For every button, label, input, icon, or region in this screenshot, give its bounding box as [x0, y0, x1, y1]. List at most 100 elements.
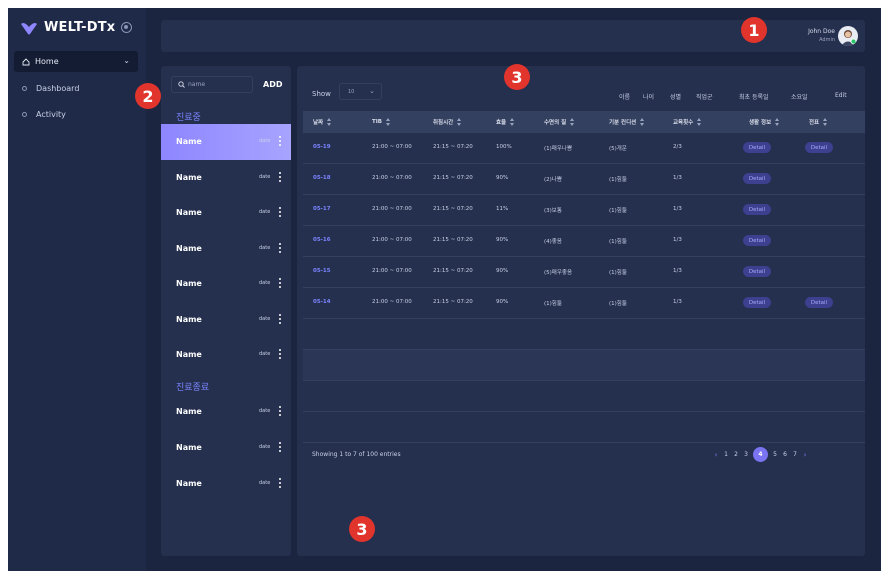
sidebar-item-activity[interactable]: Activity	[22, 110, 66, 119]
sidebar-item-label: Home	[35, 57, 59, 66]
table-row[interactable]: 05-14 21:00 ~ 07:00 21:15 ~ 07:20 90% (1…	[303, 288, 865, 319]
more-vertical-icon[interactable]	[279, 314, 281, 324]
list-item[interactable]: Name date	[161, 231, 291, 267]
column-header[interactable]: 전표	[809, 118, 827, 126]
sidebar-toggle-icon[interactable]	[121, 22, 132, 33]
sidebar-item-home[interactable]: Home ⌄	[14, 51, 138, 72]
list-item-name: Name	[176, 279, 202, 288]
cell-mood: (5)개운	[609, 146, 627, 152]
detail-button[interactable]: Detail	[805, 297, 833, 308]
avatar[interactable]	[838, 26, 858, 46]
prev-page-button[interactable]: ‹	[713, 451, 719, 459]
column-header[interactable]: 효율	[496, 118, 514, 126]
list-item-date: date	[259, 209, 271, 215]
column-header[interactable]: 생활 정보	[749, 118, 779, 126]
table-row[interactable]: 05-15 21:00 ~ 07:00 21:15 ~ 07:20 90% (5…	[303, 257, 865, 288]
list-item[interactable]: Name date	[161, 430, 291, 466]
list-item[interactable]: Name date	[161, 195, 291, 231]
page-button[interactable]: 5	[772, 451, 778, 458]
sidebar-item-dashboard[interactable]: Dashboard	[22, 84, 79, 93]
column-header[interactable]: 교육횟수	[673, 118, 701, 126]
cell-efficiency: 100%	[496, 144, 512, 150]
more-vertical-icon[interactable]	[279, 442, 281, 452]
user-name: John Doe	[808, 28, 835, 35]
bullet-icon	[22, 112, 27, 117]
more-vertical-icon[interactable]	[279, 278, 281, 288]
list-item-date: date	[259, 280, 271, 286]
callout-marker-3: 3	[504, 64, 530, 90]
page-button[interactable]: 7	[792, 451, 798, 458]
page-button[interactable]: 3	[743, 451, 749, 458]
cell-sleep-quality: (1)매우나쁨	[544, 146, 573, 152]
search-input[interactable]: name	[171, 76, 253, 93]
column-header[interactable]: 수면의 질	[544, 118, 574, 126]
list-item[interactable]: Name date	[161, 466, 291, 502]
add-button[interactable]: ADD	[263, 80, 282, 89]
brand[interactable]: WELT-DTx	[20, 20, 115, 35]
column-header[interactable]: 기분 컨디션	[609, 118, 644, 126]
sort-icon	[696, 118, 701, 126]
cell-date: 05-18	[313, 175, 331, 181]
detail-button[interactable]: Detail	[743, 297, 771, 308]
more-vertical-icon[interactable]	[279, 172, 281, 182]
cell-sleep-time: 21:15 ~ 07:20	[433, 144, 473, 150]
more-vertical-icon[interactable]	[279, 406, 281, 416]
sort-icon	[326, 118, 331, 126]
column-toggle-first-registered[interactable]: 최초 등록일	[739, 92, 769, 101]
list-item-name: Name	[176, 208, 202, 217]
list-item-date: date	[259, 480, 271, 486]
column-toggle-age[interactable]: 나이	[643, 92, 654, 101]
cell-efficiency: 90%	[496, 175, 509, 181]
table-row[interactable]: 05-19 21:00 ~ 07:00 21:15 ~ 07:20 100% (…	[303, 133, 865, 164]
column-toggle-job[interactable]: 직업군	[696, 92, 713, 101]
detail-button[interactable]: Detail	[743, 204, 771, 215]
sort-icon	[822, 118, 827, 126]
more-vertical-icon[interactable]	[279, 349, 281, 359]
sidebar-item-label: Activity	[36, 110, 66, 119]
sort-icon	[774, 118, 779, 126]
cell-tib: 21:00 ~ 07:00	[372, 299, 412, 305]
cell-efficiency: 90%	[496, 299, 509, 305]
column-toggle-name[interactable]: 이름	[619, 92, 630, 101]
cell-sleep-time: 21:15 ~ 07:20	[433, 299, 473, 305]
cell-efficiency: 90%	[496, 268, 509, 274]
page-size-select[interactable]: 10 ⌄	[339, 83, 382, 100]
table-row[interactable]: 05-18 21:00 ~ 07:00 21:15 ~ 07:20 90% (2…	[303, 164, 865, 195]
cell-education: 1/3	[673, 175, 682, 181]
list-item[interactable]: Name date	[161, 266, 291, 302]
list-item[interactable]: Name date	[161, 124, 291, 160]
list-item[interactable]: Name date	[161, 160, 291, 196]
cell-sleep-quality: (3)보통	[544, 208, 562, 214]
page-button[interactable]: 6	[782, 451, 788, 458]
edit-button[interactable]: Edit	[835, 92, 847, 99]
more-vertical-icon[interactable]	[279, 207, 281, 217]
list-item-name: Name	[176, 244, 202, 253]
more-vertical-icon[interactable]	[279, 243, 281, 253]
page-button[interactable]: 2	[733, 451, 739, 458]
detail-button[interactable]: Detail	[805, 142, 833, 153]
column-header[interactable]: 취침시간	[433, 118, 461, 126]
list-item[interactable]: Name date	[161, 337, 291, 373]
cell-sleep-quality: (2)나쁨	[544, 177, 562, 183]
cell-tib: 21:00 ~ 07:00	[372, 144, 412, 150]
more-vertical-icon[interactable]	[279, 478, 281, 488]
detail-button[interactable]: Detail	[743, 142, 771, 153]
page-button[interactable]: 1	[723, 451, 729, 458]
more-vertical-icon[interactable]	[279, 136, 281, 146]
column-toggle-gender[interactable]: 성별	[670, 92, 681, 101]
column-header[interactable]: 날짜	[313, 118, 331, 126]
list-item[interactable]: Name date	[161, 394, 291, 430]
page-button-active[interactable]: 4	[753, 447, 768, 462]
sort-icon	[639, 118, 644, 126]
column-header[interactable]: TIB	[372, 118, 390, 126]
detail-button[interactable]: Detail	[743, 266, 771, 277]
detail-button[interactable]: Detail	[743, 235, 771, 246]
list-item[interactable]: Name date	[161, 302, 291, 338]
table-row[interactable]: 05-16 21:00 ~ 07:00 21:15 ~ 07:20 90% (4…	[303, 226, 865, 257]
sort-icon	[456, 118, 461, 126]
column-toggle-duration[interactable]: 소요일	[791, 92, 808, 101]
table-row[interactable]: 05-17 21:00 ~ 07:00 21:15 ~ 07:20 11% (3…	[303, 195, 865, 226]
detail-button[interactable]: Detail	[743, 173, 771, 184]
next-page-button[interactable]: ›	[802, 451, 808, 459]
search-placeholder: name	[188, 81, 206, 88]
